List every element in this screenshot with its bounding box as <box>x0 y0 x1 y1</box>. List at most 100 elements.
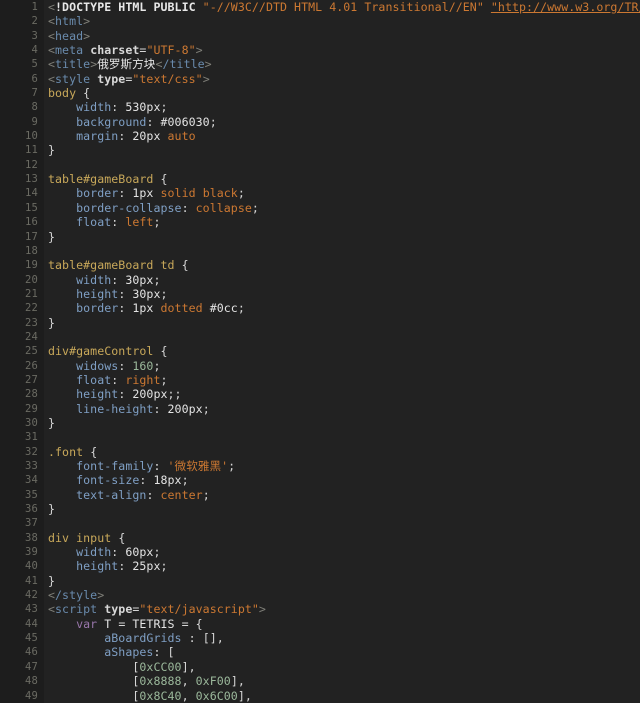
code-line-45: aBoardGrids : [], <box>48 631 640 645</box>
js-hex-literal: 0x6C00 <box>195 688 238 703</box>
angle-bracket-icon: > <box>202 71 210 86</box>
angle-bracket-icon: > <box>83 14 91 29</box>
colon: : <box>153 459 161 473</box>
js-hex-literal: 0xCC00 <box>139 659 182 674</box>
colon: : <box>146 487 154 502</box>
colon: : <box>111 545 119 560</box>
comma: , <box>216 631 224 646</box>
line-number: 9 <box>31 115 38 128</box>
colon: : <box>146 114 154 129</box>
line-number: 26 <box>24 359 38 372</box>
css-prop-width: width <box>76 545 112 560</box>
line-number: 49 <box>24 689 38 702</box>
angle-bracket-icon: < <box>48 0 56 14</box>
css-prop-height: height <box>76 286 119 301</box>
line-number: 22 <box>24 302 38 315</box>
comma: , <box>188 659 196 674</box>
tag-head: head <box>55 28 84 43</box>
line-number: 6 <box>31 72 38 85</box>
line-number-gutter: 1 2 3 4 5 6 7 8 9 10 11 12 13 14 15 16 17 18 19 20 21 22 23 24 2… <box>0 0 44 703</box>
angle-bracket-icon: > <box>204 57 212 72</box>
colon: : <box>118 387 126 402</box>
line-number: 42 <box>24 589 38 602</box>
line-number: 10 <box>24 130 38 143</box>
css-value: 60px <box>125 545 154 560</box>
js-hex-literal: 0xF00 <box>195 674 231 689</box>
semicolon: ; <box>160 286 168 301</box>
code-line-30: } <box>48 416 640 430</box>
open-brace: { <box>118 530 126 545</box>
css-value: 1px <box>132 301 154 316</box>
line-number: 18 <box>24 244 38 257</box>
colon: : <box>188 631 196 646</box>
code-line-48: [0x8888, 0xF00], <box>48 674 640 688</box>
css-prop-width: width <box>76 100 112 115</box>
css-keyword-black: black <box>202 186 238 201</box>
code-line-8: width: 530px; <box>48 100 640 114</box>
js-keyword-var: var <box>76 616 98 631</box>
close-bracket: ] <box>181 659 189 674</box>
css-prop-border-collapse: border-collapse <box>76 200 182 215</box>
attr-type: type <box>104 602 133 617</box>
css-prop-float: float <box>76 215 112 230</box>
close-brace: } <box>48 229 56 244</box>
code-line-15: border-collapse: collapse; <box>48 201 640 215</box>
semicolon: ; <box>160 559 168 574</box>
code-line-25: div#gameControl { <box>48 344 640 358</box>
line-number: 46 <box>24 646 38 659</box>
line-number: 47 <box>24 660 38 673</box>
colon: : <box>181 200 189 215</box>
semicolon: ; <box>153 545 161 560</box>
code-line-36: } <box>48 502 640 516</box>
code-line-13: table#gameBoard { <box>48 172 640 186</box>
code-line-43: <script type="text/javascript"> <box>48 602 640 616</box>
code-line-29: line-height: 200px; <box>48 402 640 416</box>
semicolon: ; <box>153 215 161 230</box>
css-value-color: #0cc <box>209 301 238 316</box>
code-line-21: height: 30px; <box>48 287 640 301</box>
code-line-6: <style type="text/css"> <box>48 72 640 86</box>
js-property-aBoardGrids: aBoardGrids <box>104 631 182 646</box>
css-value-font-name: '微软雅黑' <box>167 459 229 473</box>
line-number: 39 <box>24 546 38 559</box>
semicolon: ; <box>202 401 210 416</box>
tag-style: style <box>55 71 91 86</box>
css-keyword-center: center <box>160 487 203 502</box>
open-brace: { <box>160 344 168 359</box>
close-bracket: ] <box>237 688 245 703</box>
semicolon: ; <box>209 114 217 129</box>
css-value: 25px <box>132 559 161 574</box>
angle-bracket-icon: > <box>97 588 105 603</box>
line-number: 31 <box>24 431 38 444</box>
colon: : <box>111 215 119 230</box>
close-brace: } <box>48 143 56 158</box>
colon: : <box>118 559 126 574</box>
angle-bracket-icon: < <box>48 57 56 72</box>
code-line-33: font-family: '微软雅黑'; <box>48 459 640 473</box>
code-content-area[interactable]: <!DOCTYPE HTML PUBLIC "-//W3C//DTD HTML … <box>44 0 640 703</box>
close-brace: } <box>48 415 56 430</box>
code-editor[interactable]: 1 2 3 4 5 6 7 8 9 10 11 12 13 14 15 16 17 18 19 20 21 22 23 24 2… <box>0 0 640 703</box>
line-number: 25 <box>24 345 38 358</box>
css-prop-float: float <box>76 372 112 387</box>
code-line-7: body { <box>48 86 640 100</box>
comma: , <box>181 674 189 689</box>
line-number: 38 <box>24 531 38 544</box>
css-prop-border: border <box>76 301 119 316</box>
css-prop-line-height: line-height <box>76 401 154 416</box>
js-property-aShapes: aShapes <box>104 645 154 660</box>
angle-bracket-icon: < <box>48 71 56 86</box>
line-number: 44 <box>24 617 38 630</box>
css-value: 530px <box>125 100 161 115</box>
code-line-26: widows: 160; <box>48 359 640 373</box>
colon: : <box>111 372 119 387</box>
line-number: 33 <box>24 460 38 472</box>
line-number: 45 <box>24 632 38 645</box>
doctype-system-url-link[interactable]: "http://www.w3.org/TR/html4/loose.dtd" <box>491 0 640 14</box>
open-bracket: [ <box>167 645 175 660</box>
code-line-23: } <box>48 316 640 330</box>
code-line-41: } <box>48 574 640 588</box>
line-number: 8 <box>31 101 38 114</box>
code-line-35: text-align: center; <box>48 488 640 502</box>
